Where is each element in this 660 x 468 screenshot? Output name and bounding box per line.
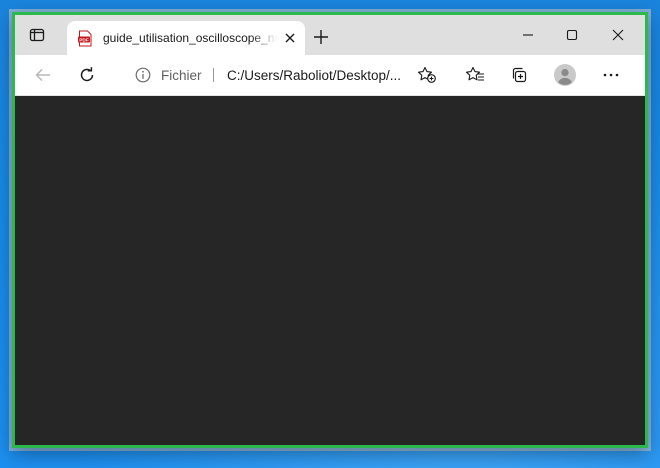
favorites-button[interactable] <box>461 61 489 89</box>
tab-actions-button[interactable] <box>23 21 51 49</box>
pdf-file-icon: PDF <box>77 30 93 47</box>
minimize-button[interactable] <box>508 23 548 47</box>
new-tab-button[interactable] <box>311 27 331 47</box>
tab-title: guide_utilisation_oscilloscope_numerique… <box>103 31 277 45</box>
tab-actions-icon <box>29 27 45 43</box>
add-favorite-button[interactable] <box>417 66 437 84</box>
profile-avatar-icon <box>554 64 576 86</box>
maximize-button[interactable] <box>552 23 592 47</box>
minimize-icon <box>522 29 534 41</box>
close-icon <box>285 33 295 43</box>
close-window-button[interactable] <box>598 23 638 47</box>
plus-icon <box>313 29 329 45</box>
address-separator <box>213 68 214 82</box>
back-button[interactable] <box>29 61 57 89</box>
browser-window: PDF guide_utilisation_oscilloscope_numer… <box>12 12 648 448</box>
title-bar: PDF guide_utilisation_oscilloscope_numer… <box>15 15 645 55</box>
svg-text:PDF: PDF <box>79 37 89 43</box>
back-arrow-icon <box>34 66 52 84</box>
more-options-button[interactable] <box>597 61 625 89</box>
profile-button[interactable] <box>551 61 579 89</box>
navigation-toolbar: Fichier C:/Users/Raboliot/Desktop/... <box>15 55 645 96</box>
refresh-button[interactable] <box>73 61 101 89</box>
star-plus-icon <box>417 66 437 84</box>
close-icon <box>612 29 624 41</box>
collections-button[interactable] <box>505 61 533 89</box>
address-bar[interactable]: Fichier C:/Users/Raboliot/Desktop/... <box>119 60 449 90</box>
page-content-area[interactable] <box>15 96 645 445</box>
address-url[interactable]: C:/Users/Raboliot/Desktop/... <box>227 68 401 83</box>
address-scheme-label: Fichier <box>161 68 202 83</box>
refresh-icon <box>78 66 96 84</box>
more-icon <box>603 72 619 78</box>
collections-icon <box>510 66 528 84</box>
browser-tab[interactable]: PDF guide_utilisation_oscilloscope_numer… <box>67 21 305 55</box>
info-icon[interactable] <box>135 67 151 83</box>
maximize-icon <box>566 29 578 41</box>
close-tab-button[interactable] <box>281 29 299 47</box>
favorites-icon <box>465 66 485 84</box>
